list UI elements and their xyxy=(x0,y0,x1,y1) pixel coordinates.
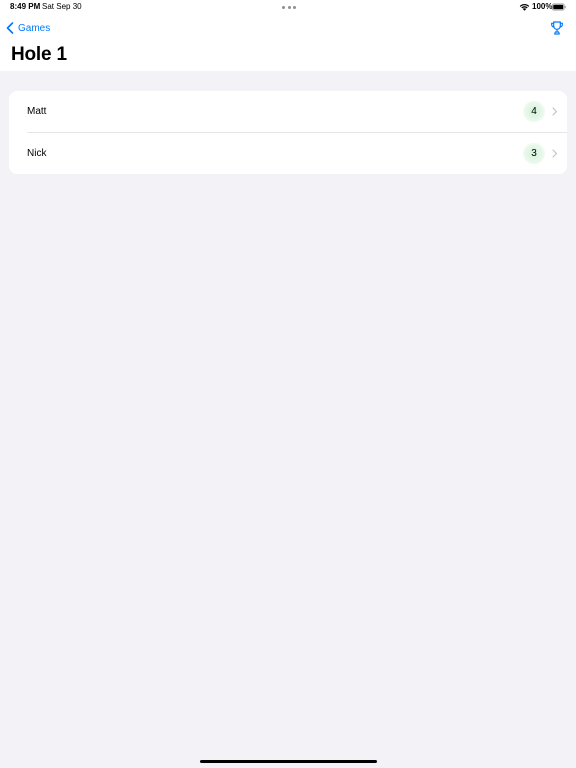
player-row-nick[interactable]: Nick 3 xyxy=(9,133,567,174)
back-button[interactable]: Games xyxy=(6,19,50,37)
trophy-icon[interactable] xyxy=(549,20,565,36)
battery-percent: 100% xyxy=(532,2,553,11)
player-name: Matt xyxy=(27,106,47,117)
back-button-label: Games xyxy=(18,22,51,34)
status-bar: 8:49 PM Sat Sep 30 100% xyxy=(0,0,576,14)
home-indicator[interactable] xyxy=(200,760,377,763)
status-time: 8:49 PM xyxy=(10,2,41,11)
navigation-bar: Games Hole 1 xyxy=(0,14,576,71)
battery-icon xyxy=(552,3,566,11)
page-title: Hole 1 xyxy=(11,44,67,65)
chevron-right-icon xyxy=(552,149,558,158)
chevron-left-icon xyxy=(6,22,14,34)
score-badge: 3 xyxy=(523,143,545,164)
multitasking-dots-icon[interactable] xyxy=(282,0,296,14)
player-list: Matt 4 Nick 3 xyxy=(9,91,567,174)
player-row-matt[interactable]: Matt 4 xyxy=(9,91,567,132)
status-date: Sat Sep 30 xyxy=(42,2,82,11)
score-badge: 4 xyxy=(523,101,545,122)
chevron-right-icon xyxy=(552,107,558,116)
player-name: Nick xyxy=(27,148,47,159)
wifi-icon xyxy=(519,3,530,11)
